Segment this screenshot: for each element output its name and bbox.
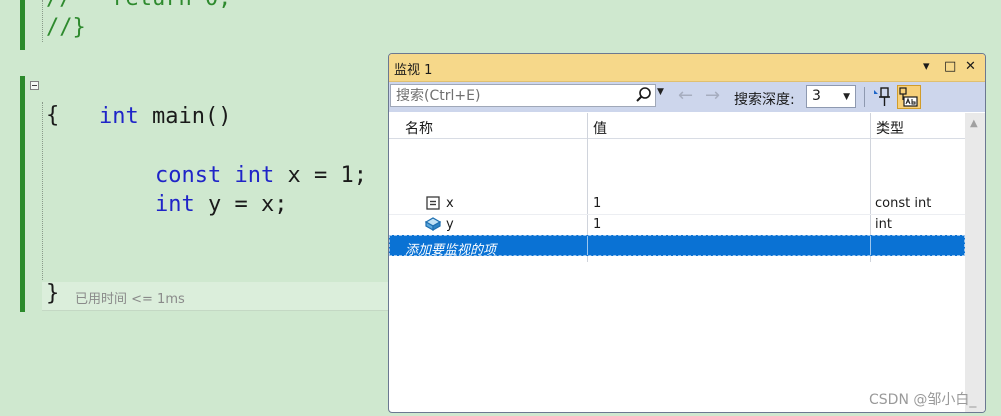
search-depth-value: 3: [812, 88, 821, 104]
indent-guide: [42, 102, 43, 280]
keyword: int: [154, 192, 195, 217]
search-input[interactable]: [391, 85, 636, 106]
search-back-icon[interactable]: ←: [678, 85, 693, 106]
toolbar-separator: [864, 87, 865, 107]
search-depth-label: 搜索深度:: [734, 92, 795, 108]
column-header-value[interactable]: 值: [593, 118, 607, 138]
change-marker: [20, 76, 25, 312]
hex-display-button[interactable]: [897, 85, 921, 109]
maximize-icon[interactable]: □: [944, 58, 956, 76]
chevron-down-icon: ▼: [843, 92, 850, 102]
watch-item-type: const int: [875, 196, 932, 211]
table-row[interactable]: y 1 int: [389, 214, 965, 236]
statement: x = 1;: [274, 163, 367, 188]
code-line-comment: // return 0;: [46, 0, 231, 14]
watch-title-bar[interactable]: 监视 1 ▾ □ ✕: [389, 54, 985, 82]
code-line-int-y: int y = x;: [102, 160, 287, 250]
grid-header: 名称 值 类型: [389, 113, 965, 139]
pin-icon[interactable]: [873, 87, 891, 107]
code-line-comment-close: //}: [46, 15, 86, 40]
code-line-brace-open: {: [46, 103, 60, 128]
watch-item-name: y: [446, 217, 454, 232]
column-divider: [870, 236, 871, 255]
collapse-toggle-icon[interactable]: [30, 81, 39, 90]
window-title: 监视 1: [394, 63, 433, 78]
vertical-scrollbar[interactable]: ▲: [965, 113, 985, 412]
search-forward-icon[interactable]: →: [705, 85, 720, 106]
watch-item-name: x: [446, 196, 454, 211]
table-row[interactable]: x 1 const int: [389, 193, 965, 215]
watch-item-value[interactable]: 1: [593, 196, 601, 211]
add-watch-placeholder[interactable]: 添加要监视的项: [405, 239, 496, 258]
column-header-type[interactable]: 类型: [876, 118, 904, 138]
hex-display-icon: [899, 87, 918, 107]
window-dropdown-icon[interactable]: ▾: [923, 58, 930, 76]
change-marker: [20, 0, 25, 50]
watermark: CSDN @邹小白_: [869, 392, 977, 408]
add-watch-row[interactable]: 添加要监视的项: [389, 235, 965, 258]
search-icon[interactable]: [635, 86, 653, 104]
watch-item-value[interactable]: 1: [593, 217, 601, 232]
func-signature: main(): [138, 104, 232, 129]
search-depth-select[interactable]: 3 ▼: [806, 85, 856, 108]
scroll-up-icon[interactable]: ▲: [970, 118, 978, 129]
search-options-dropdown-icon[interactable]: ▼: [657, 87, 664, 97]
watch-window[interactable]: 监视 1 ▾ □ ✕ ▼ ← → 搜索深度: 3 ▼: [388, 53, 986, 413]
search-box[interactable]: [390, 84, 656, 107]
watch-toolbar: ▼ ← → 搜索深度: 3 ▼: [389, 82, 985, 112]
column-divider: [587, 236, 588, 255]
statement: y = x;: [194, 192, 288, 217]
close-icon[interactable]: ✕: [965, 58, 976, 76]
perf-tip[interactable]: 已用时间 <= 1ms: [75, 288, 185, 307]
watch-grid[interactable]: 名称 值 类型 x 1 const int y 1 int 添加要监视的项: [389, 113, 965, 412]
watch-item-type: int: [875, 217, 892, 232]
constant-icon: [426, 196, 440, 210]
code-line-brace-close: }: [46, 281, 60, 306]
column-header-name[interactable]: 名称: [405, 118, 433, 138]
variable-icon: [424, 217, 442, 232]
indent-guide: [42, 0, 43, 42]
keyword: int: [98, 104, 139, 129]
